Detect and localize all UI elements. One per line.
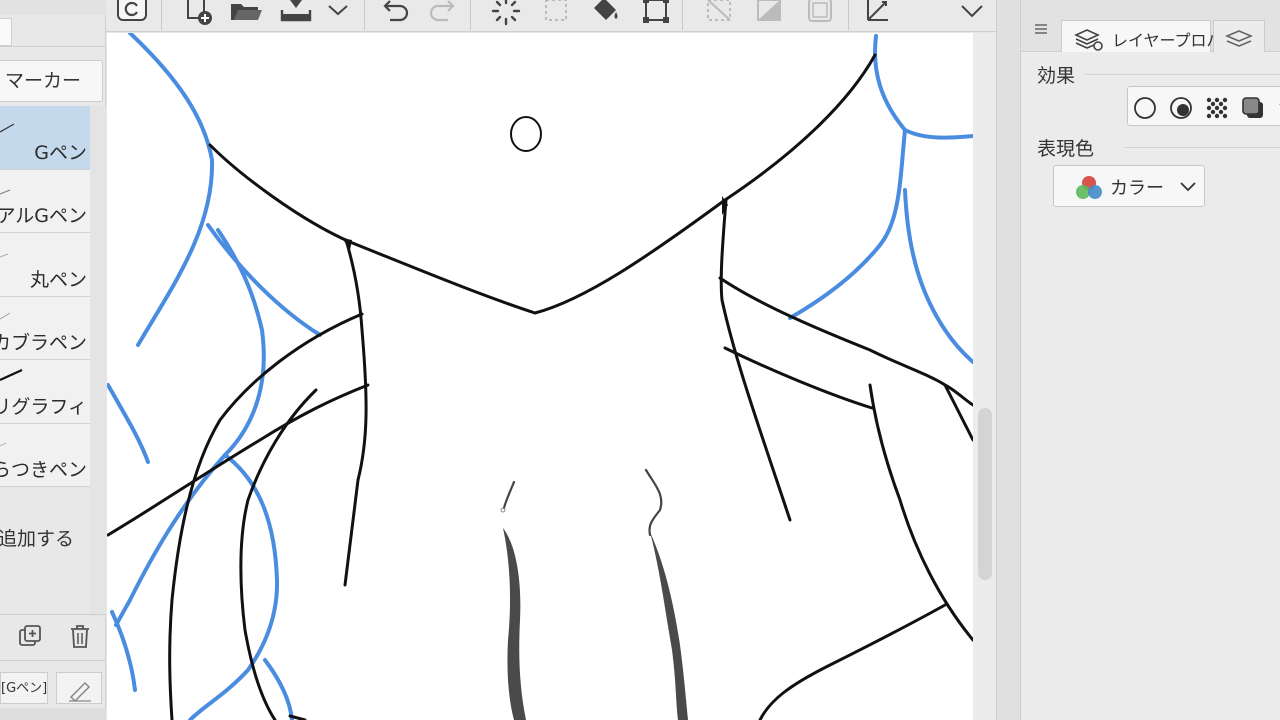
- panel-footer: [0, 708, 106, 720]
- clip-studio-window: マーカー Gペン リアルGペン 丸ペン カブラペン カリグラフィ: [0, 0, 1280, 720]
- hamburger-menu-icon[interactable]: [1034, 22, 1048, 36]
- undo-icon[interactable]: [378, 0, 414, 28]
- loading-icon[interactable]: [488, 0, 524, 28]
- dropdown-icon[interactable]: [320, 0, 356, 28]
- border-effect-icon[interactable]: [1132, 95, 1158, 121]
- effect-heading: 効果: [1037, 65, 1076, 87]
- layer-stack-icon: [1224, 30, 1254, 47]
- color-mode-icon: [1076, 176, 1102, 199]
- divider: [0, 46, 106, 47]
- subtool-item-zaratsuki-pen[interactable]: ざらつきペン: [0, 423, 90, 487]
- toolbar-separator: [848, 0, 849, 30]
- subtool-label: ざらつきペン: [0, 459, 87, 481]
- subtool-label: カブラペン: [0, 332, 87, 354]
- chevron-down-icon: [1180, 182, 1196, 192]
- subtool-item-real-g-pen[interactable]: リアルGペン: [0, 169, 90, 233]
- stroke-preview-icon: [0, 189, 11, 194]
- subtool-label: 丸ペン: [29, 268, 87, 291]
- tab-layer-property[interactable]: レイヤープロパ: [1061, 20, 1223, 53]
- current-brush-label: [Gペン]: [0, 672, 48, 704]
- fill-icon[interactable]: [588, 0, 624, 28]
- divider: [1085, 74, 1280, 75]
- subtool-group-button[interactable]: マーカー: [0, 60, 103, 102]
- panel-tab-bar: レイヤープロパ: [1021, 0, 1280, 53]
- subtool-item-g-pen[interactable]: Gペン: [0, 106, 90, 170]
- canvas-scrollbar-track[interactable]: [976, 33, 992, 720]
- subtool-item-calligraphy[interactable]: カリグラフィ: [0, 360, 90, 424]
- divider: [0, 660, 106, 661]
- subtool-list-scrollbar[interactable]: [90, 106, 106, 616]
- subtool-panel: マーカー Gペン リアルGペン 丸ペン カブラペン カリグラフィ: [0, 0, 106, 720]
- tab-label: レイヤープロパ: [1112, 31, 1223, 50]
- brush-settings-button[interactable]: [56, 672, 102, 704]
- fill-layer-icon[interactable]: [752, 0, 788, 28]
- selection-icon[interactable]: [538, 0, 574, 28]
- canvas-scrollbar-thumb[interactable]: [978, 408, 992, 580]
- stroke-preview-icon: [0, 123, 15, 133]
- ruler-icon[interactable]: [862, 0, 898, 28]
- effect-buttons: [1127, 86, 1280, 126]
- save-icon[interactable]: [278, 0, 314, 28]
- subtool-list: Gペン リアルGペン 丸ペン カブラペン カリグラフィ ざらつきペン: [0, 106, 90, 487]
- command-bar: [106, 0, 996, 32]
- expression-color-select[interactable]: カラー: [1053, 165, 1205, 207]
- expression-color-heading: 表現色: [1037, 138, 1095, 160]
- tab-layer-search[interactable]: [1213, 20, 1265, 52]
- subtool-item-maru-pen[interactable]: 丸ペン: [0, 233, 90, 297]
- stroke-preview-icon: [0, 442, 7, 446]
- drawing-canvas[interactable]: [107, 33, 973, 720]
- stroke-preview-icon: [0, 312, 11, 319]
- stroke-preview-icon: [0, 253, 9, 258]
- panel-header-strip: [0, 0, 106, 15]
- redo-icon[interactable]: [424, 0, 460, 28]
- expression-color-value: カラー: [1110, 178, 1164, 199]
- app-logo-icon[interactable]: [114, 0, 150, 28]
- open-folder-icon[interactable]: [228, 0, 264, 28]
- divider: [0, 614, 106, 615]
- clear-icon[interactable]: [702, 0, 738, 28]
- menu-icon[interactable]: [954, 0, 990, 28]
- pen-icon: [69, 681, 91, 703]
- layer-property-content: 効果 表現色 カラー: [1021, 52, 1280, 720]
- subtool-label: Gペン: [34, 141, 87, 164]
- divider: [1125, 147, 1280, 148]
- layer-property-icon: [1074, 29, 1103, 51]
- duplicate-icon[interactable]: [16, 622, 44, 650]
- toolbar-separator: [682, 0, 683, 30]
- layer-property-panel: レイヤープロパ 効果 表現色 カラー: [1020, 0, 1280, 720]
- transform-icon[interactable]: [638, 0, 674, 28]
- add-subtool-link[interactable]: 追加する: [0, 524, 74, 551]
- extract-line-icon[interactable]: [1168, 95, 1194, 121]
- subtool-panel-tab[interactable]: [0, 18, 12, 46]
- toolbar-separator: [161, 0, 162, 30]
- subtool-label: リアルGペン: [0, 205, 87, 227]
- trash-icon[interactable]: [66, 622, 94, 650]
- subtool-item-kabura-pen[interactable]: カブラペン: [0, 296, 90, 360]
- tone-icon[interactable]: [1204, 95, 1230, 121]
- subtool-label: カリグラフィ: [0, 395, 87, 418]
- artwork-lines: [107, 33, 973, 720]
- new-file-icon[interactable]: [180, 0, 216, 28]
- toolbar-separator: [470, 0, 471, 30]
- layer-color-icon[interactable]: [1240, 95, 1266, 121]
- frame-icon[interactable]: [802, 0, 838, 28]
- stroke-preview-icon: [0, 368, 23, 382]
- toolbar-separator: [364, 0, 365, 30]
- panel-dock-strip: [996, 0, 1020, 720]
